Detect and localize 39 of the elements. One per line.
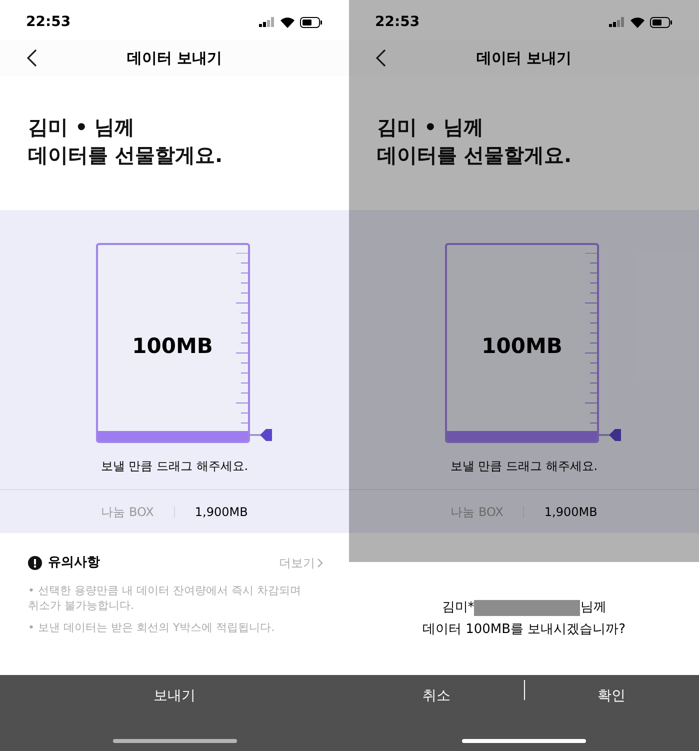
page-title: 데이터 보내기 <box>126 48 222 69</box>
heading-line: 김미 • 님께 <box>28 114 136 141</box>
battery-icon <box>300 16 323 28</box>
heading-line: 데이터를 선물할게요. <box>28 142 224 169</box>
gauge-amount: 100MB <box>480 333 564 360</box>
heading-line: 데이터를 선물할게요. <box>377 142 573 169</box>
drag-handle-icon[interactable] <box>599 427 621 443</box>
dialog-question: 데이터 100MB를 보내시겠습니까? <box>422 620 626 638</box>
box-amount: 1,900MB <box>544 504 598 520</box>
data-gauge[interactable] <box>96 243 250 443</box>
alert-icon <box>28 556 42 570</box>
data-gauge[interactable] <box>445 243 599 443</box>
action-button[interactable]: 확인 <box>582 682 642 710</box>
back-icon[interactable] <box>376 49 386 67</box>
box-label: 나눔 BOX <box>450 504 504 520</box>
action-button[interactable]: 취소 <box>406 682 466 710</box>
back-icon[interactable] <box>27 49 37 67</box>
drag-handle-icon[interactable] <box>250 427 272 443</box>
signal-icon <box>259 17 275 27</box>
heading-line: 김미 • 님께 <box>377 114 485 141</box>
box-amount: 1,900MB <box>194 504 248 520</box>
action-button[interactable]: 보내기 <box>138 682 212 710</box>
status-time: 22:53 <box>375 12 420 32</box>
page-title: 데이터 보내기 <box>476 48 572 69</box>
wifi-icon <box>630 16 645 28</box>
wifi-icon <box>280 16 295 28</box>
box-label: 나눔 BOX <box>101 504 154 520</box>
chevron-right-icon <box>317 558 323 568</box>
battery-icon <box>650 16 673 28</box>
notice-item: • 보낸 데이터는 받은 회선의 Y박스에 적립됩니다. <box>28 620 276 634</box>
status-time: 22:53 <box>26 12 71 32</box>
drag-hint: 보낼 만큼 드래그 해주세요. <box>100 458 248 475</box>
dialog-text: 김미* <box>442 599 474 617</box>
signal-icon <box>609 17 625 27</box>
notice-title: 유의사항 <box>48 554 100 572</box>
drag-hint: 보낼 만큼 드래그 해주세요. <box>450 458 598 475</box>
gauge-amount: 100MB <box>131 333 214 360</box>
dialog-text: 님께 <box>580 599 606 617</box>
notice-item: • 선택한 용량만큼 내 데이터 잔여량에서 즉시 차감되며 취소가 불가능합니다. <box>28 582 302 612</box>
